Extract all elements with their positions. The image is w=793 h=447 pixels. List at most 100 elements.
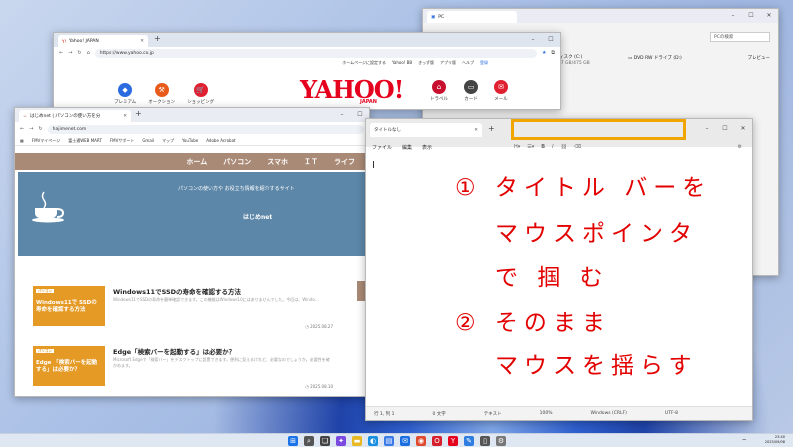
post-title[interactable]: Edge「検索バーを起動する」は必要か？ [113,346,235,356]
yahoo-top-links: ホームページに設定する Yahoo! BB きっず版 アプリ版 ヘルプ 登録 [342,60,488,66]
close-tab-icon[interactable]: ✕ [123,114,127,119]
home-icon[interactable]: ⌂ [87,50,90,56]
minimize-button[interactable]: – [698,122,716,136]
hajime-address-bar: ← → ↻ hajimenet.com [15,123,369,135]
service-premium[interactable]: ◆ プレミアム [114,83,136,105]
copilot-icon[interactable]: ✦ [336,436,346,446]
extensions-icon[interactable]: ⧉ [551,50,555,56]
back-icon[interactable]: ← [59,50,63,56]
bookmark[interactable]: 富士通WEB MART [68,138,102,144]
edge-icon[interactable]: ◐ [368,436,378,446]
status-encoding: UTF-8 [664,411,679,416]
settings-icon[interactable]: ⚙ [738,144,742,150]
top-link[interactable]: きっず版 [418,60,434,66]
drive-d[interactable]: ▭ DVD RW ドライブ (D:) [628,55,682,61]
back-icon[interactable]: ← [20,126,24,132]
top-link[interactable]: ホームページに設定する [342,60,386,66]
site-name[interactable]: はじめnet [243,212,272,221]
hajime-tab[interactable]: ☕ はじめnet | パソコンの使い方を分 ✕ [19,110,131,122]
top-link[interactable]: アプリ版 [440,60,456,66]
top-link[interactable]: Yahoo! BB [392,60,412,66]
bookmark[interactable]: FMVマイページ [32,138,60,144]
forward-icon[interactable]: → [68,50,72,56]
post-thumbnail[interactable]: パソコン Windows11で SSDの寿命を確認する方法 [33,286,105,326]
close-tab-icon[interactable]: ✕ [474,128,478,133]
minimize-button[interactable]: – [724,9,742,23]
nav-home[interactable]: ホーム [186,157,207,167]
nav-pc[interactable]: パソコン [223,157,251,167]
bookmark[interactable]: Gmail [142,138,154,143]
post-card[interactable]: パソコン Edge 「検索バーを起動する」は必要か？ Edge「検索バーを起動する… [33,346,333,390]
post-title[interactable]: Windows11でSSDの寿命を確認する方法 [113,286,241,296]
new-tab-button[interactable]: + [135,109,142,118]
bold-icon[interactable]: B [541,144,545,150]
phone-icon[interactable]: ▯ [480,436,490,446]
forward-icon[interactable]: → [29,126,33,132]
url-input[interactable]: hajimenet.com [47,124,364,134]
reload-icon[interactable]: ↻ [77,50,81,56]
bookmark[interactable]: Adobe Acrobat [206,138,235,143]
menu-view[interactable]: 表示 [422,144,432,151]
nav-smartphone[interactable]: スマホ [267,157,288,167]
new-tab-button[interactable]: + [488,124,495,133]
minimize-button[interactable]: – [333,108,351,122]
taskbar: ⊞ ⌕ ❏ ✦ ▬ ◐ ▤ ✉ ◉ O Y ✎ ▯ ⚙ ⌔ 23:40 2025/09/08 [0,433,793,447]
menu-edit[interactable]: 編集 [402,144,412,151]
nav-it[interactable]: ＩＴ [304,157,318,167]
system-clock[interactable]: 23:40 2025/09/08 [765,435,785,444]
new-tab-button[interactable]: + [154,34,161,43]
clear-format-icon[interactable]: ⌫ [574,144,581,150]
menu-file[interactable]: ファイル [372,144,392,151]
link-icon[interactable]: ⛓ [561,144,567,150]
star-icon[interactable]: ★ [542,50,546,56]
chrome-icon[interactable]: ◉ [416,436,426,446]
service-auction[interactable]: ⚒ オークション [148,83,175,105]
opera-icon[interactable]: O [432,436,442,446]
signin-link[interactable]: 登録 [480,60,488,66]
preview-button[interactable]: プレビュー [748,55,771,61]
yahoo-icon[interactable]: Y [448,436,458,446]
post-card[interactable]: パソコン Windows11で SSDの寿命を確認する方法 Windows11でS… [33,286,333,330]
taskview-icon[interactable]: ❏ [320,436,330,446]
maximize-button[interactable]: ☐ [542,33,560,47]
post-thumbnail[interactable]: パソコン Edge 「検索バーを起動する」は必要か？ [33,346,105,386]
explorer-tab[interactable]: ▣ PC [427,11,517,23]
service-card[interactable]: ▭ カード [464,80,478,102]
close-button[interactable]: ✕ [734,122,752,136]
service-travel[interactable]: ⌂ トラベル [430,80,448,102]
wifi-icon[interactable]: ⌔ [741,437,747,445]
windows-icon[interactable]: ⊞ [288,436,298,446]
nav-life[interactable]: ライフ [334,157,355,167]
notepad-icon[interactable]: ✎ [464,436,474,446]
heading-icon[interactable]: H▾ [514,144,520,150]
search-icon[interactable]: ⌕ [304,436,314,446]
explorer-titlebar[interactable]: ▣ PC – ☐ ✕ [423,9,778,23]
minimize-button[interactable]: – [524,33,542,47]
mail-icon[interactable]: ✉ [400,436,410,446]
explorer-search-input[interactable]: PCの検索 [710,32,770,42]
settings-icon[interactable]: ⚙ [496,436,506,446]
close-button[interactable]: ✕ [760,9,778,23]
close-tab-icon[interactable]: ✕ [140,39,144,44]
bookmark[interactable]: YouTube [182,138,198,143]
yahoo-logo[interactable]: YAHOO! [300,78,404,102]
bookmark[interactable]: FMVサポート [110,138,135,144]
yahoo-browser-window[interactable]: Y! Yahoo! JAPAN ✕ + – ☐ ← → ↻ ⌂ https://… [53,32,561,110]
yahoo-tab[interactable]: Y! Yahoo! JAPAN ✕ [58,35,148,47]
yahoo-titlebar[interactable]: Y! Yahoo! JAPAN ✕ + – ☐ [54,33,560,47]
store-icon[interactable]: ▤ [384,436,394,446]
explorer-icon[interactable]: ▬ [352,436,362,446]
top-link[interactable]: ヘルプ [462,60,474,66]
notepad-tab[interactable]: タイトルなし ✕ [370,123,482,137]
service-shopping[interactable]: 🛒 ショッピング [187,83,214,105]
italic-icon[interactable]: I [552,144,553,150]
hajime-titlebar[interactable]: ☕ はじめnet | パソコンの使い方を分 ✕ + – ☐ [15,108,369,122]
maximize-button[interactable]: ☐ [716,122,734,136]
list-icon[interactable]: ☰▾ [527,144,534,150]
url-input[interactable]: https://www.yahoo.co.jp [94,48,537,58]
hajime-browser-window[interactable]: ☕ はじめnet | パソコンの使い方を分 ✕ + – ☐ ← → ↻ haji… [14,107,370,397]
reload-icon[interactable]: ↻ [38,126,42,132]
maximize-button[interactable]: ☐ [742,9,760,23]
bookmark[interactable]: マップ [162,138,174,144]
service-mail[interactable]: ✉ メール [494,80,508,102]
